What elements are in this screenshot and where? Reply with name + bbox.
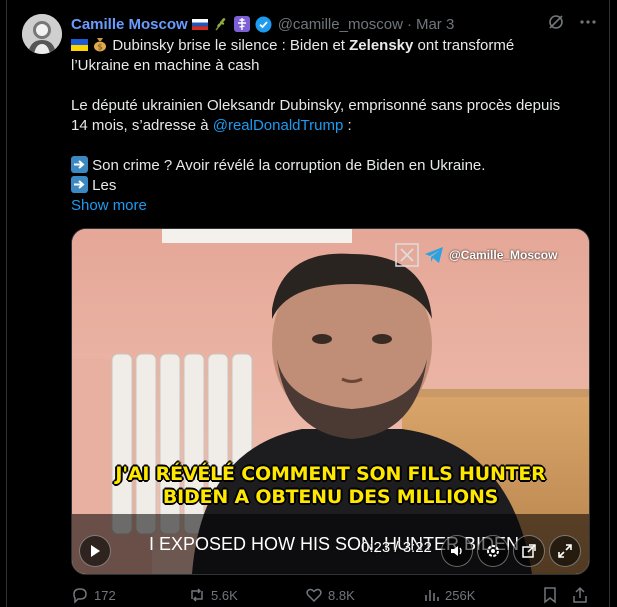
like-count: 8.8K [328, 587, 355, 603]
repost-button[interactable]: 5.6K [188, 586, 238, 604]
video-watermark: @Camille_Moscow [395, 243, 557, 267]
repost-icon [191, 588, 203, 602]
video-time: 0:23 / 3:22 [361, 539, 432, 556]
reply-icon [73, 588, 87, 604]
views-count: 256K [445, 587, 476, 603]
subtitle-french-line2: BIDEN A OBTENU DES MILLIONS [162, 486, 499, 508]
reply-count: 172 [94, 587, 116, 603]
video-player[interactable]: @Camille_Moscow J'AI RÉVÉLÉ COMMENT SON … [71, 228, 590, 575]
separator-dot: · [406, 15, 412, 33]
ukraine-flag-icon [71, 39, 88, 51]
text-line-4a: 14 mois, s’adresse à [71, 117, 213, 134]
text-line-2: l’Ukraine en machine à cash [71, 57, 260, 74]
play-icon [91, 545, 100, 557]
bookmark-icon [544, 587, 556, 604]
olive-branch-icon [215, 18, 226, 31]
text-line-3: Le député ukrainien Oleksandr Dubinsky, … [71, 97, 561, 114]
tweet-text: $ Dubinsky brise le silence : Biden et Z… [71, 36, 591, 216]
subtitle-french-line1: J'AI RÉVÉLÉ COMMENT SON FILS HUNTER [115, 463, 546, 485]
orthodox-cross-icon [233, 16, 250, 32]
text-line-4b: : [343, 117, 352, 134]
tweet-actions: 172 5.6K 8.8K 256K [71, 584, 596, 606]
text-line-5: Son crime ? Avoir révélé la corruption d… [92, 157, 486, 174]
mention-link[interactable]: @realDonaldTrump [213, 117, 344, 134]
views-icon [425, 590, 439, 601]
grok-icon[interactable] [547, 13, 565, 31]
bookmark-button[interactable] [541, 586, 559, 604]
heart-icon [306, 588, 322, 603]
text-line-1a: Dubinsky brise le silence : Biden et [112, 37, 350, 54]
author-name[interactable]: Camille Moscow [71, 16, 188, 33]
text-line-1b: ont transformé [413, 37, 515, 54]
author-handle[interactable]: @camille_moscow [278, 16, 403, 33]
timeline-border-left [0, 0, 7, 607]
show-more-link[interactable]: Show more [71, 196, 591, 216]
share-button[interactable] [571, 586, 589, 604]
tweet-date[interactable]: Mar 3 [416, 16, 454, 33]
views-button[interactable]: 256K [422, 586, 475, 604]
x-logo-icon [395, 243, 419, 267]
gear-icon [487, 545, 499, 557]
fullscreen-button[interactable] [549, 535, 581, 567]
verified-badge-icon [255, 16, 272, 32]
tweet-header: Camille Moscow @camille_moscow · Mar 3 [71, 14, 597, 34]
text-line-6: Les [92, 177, 117, 194]
video-frame [72, 229, 589, 574]
svg-text:$: $ [98, 43, 103, 52]
pop-out-button[interactable] [513, 535, 545, 567]
settings-button[interactable] [477, 535, 509, 567]
author-badges [191, 16, 272, 33]
pop-out-icon [522, 544, 536, 558]
watermark-handle: @Camille_Moscow [449, 248, 558, 262]
repost-count: 5.6K [211, 587, 238, 603]
text-bold-zelensky: Zelensky [349, 37, 414, 54]
share-icon [573, 586, 587, 603]
telegram-icon [425, 247, 443, 263]
money-bag-icon: $ [94, 38, 107, 52]
play-button[interactable] [79, 535, 111, 567]
reply-button[interactable]: 172 [71, 586, 116, 604]
volume-button[interactable] [441, 535, 473, 567]
like-button[interactable]: 8.8K [305, 586, 355, 604]
volume-icon [451, 546, 462, 556]
russia-flag-icon [191, 18, 208, 30]
avatar[interactable] [22, 14, 62, 54]
more-options-icon[interactable] [579, 13, 597, 31]
fullscreen-icon [558, 544, 572, 558]
right-arrow-emoji-icon [71, 176, 88, 193]
right-arrow-emoji-icon [71, 156, 88, 173]
timeline-border-right [609, 0, 617, 607]
